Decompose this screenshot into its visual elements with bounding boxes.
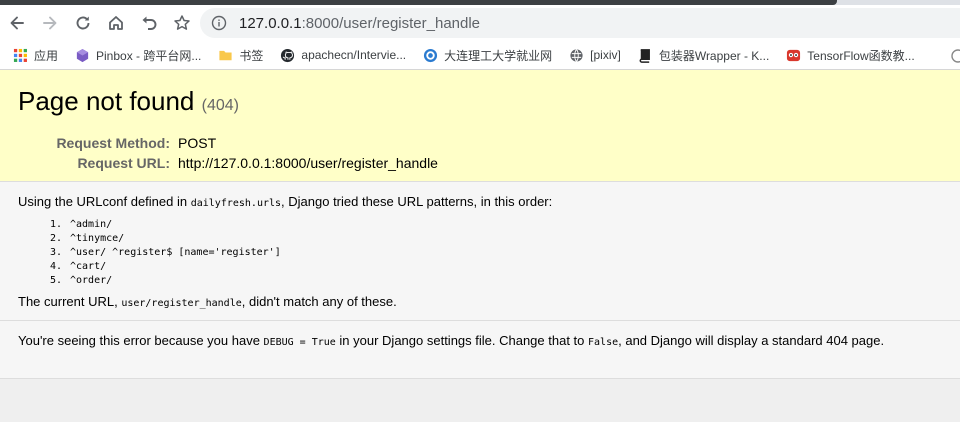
site-info-icon[interactable] [211, 15, 227, 31]
bookmarks-bar: 应用 Pinbox - 跨平台网... 书签 apachecn/Intervie… [0, 41, 960, 70]
status-code: (404) [201, 97, 239, 114]
bookmark-label: TensorFlow函数教... [807, 48, 915, 63]
university-icon [422, 47, 438, 63]
bookmark-folder[interactable]: 书签 [217, 43, 263, 67]
bookmark-label: apachecn/Intervie... [301, 48, 407, 62]
url-host: 127.0.0.1 [239, 14, 302, 32]
pinbox-icon [74, 47, 90, 63]
request-url-label: Request URL: [77, 155, 170, 171]
urlconf-intro: Using the URLconf defined in dailyfresh.… [18, 194, 942, 212]
browser-toolbar: 127.0.0.1:8000/user/register_handle [0, 5, 960, 41]
request-method-row: Request Method: POST [18, 133, 438, 153]
explanation-part-1: You're seeing this error because you hav… [18, 333, 264, 348]
bookmark-university[interactable]: 大连理工大学就业网 [422, 43, 552, 67]
request-meta-table: Request Method: POST Request URL: http:/… [18, 133, 438, 173]
bookmark-github[interactable]: apachecn/Intervie... [279, 43, 406, 67]
bookmark-apps[interactable]: 应用 [12, 43, 58, 67]
url-text[interactable]: 127.0.0.1:8000/user/register_handle [239, 15, 480, 32]
no-match-message: The current URL, user/register_handle, d… [18, 294, 942, 312]
reload-icon [76, 16, 89, 30]
error-info: Using the URLconf defined in dailyfresh.… [0, 182, 960, 321]
page-title-text: Page not found [18, 86, 195, 116]
apps-grid-icon [12, 47, 28, 63]
url-pattern: ^tinymce/ [68, 232, 942, 246]
owl-icon [785, 47, 801, 63]
back-arrow-icon [10, 16, 24, 30]
debug-setting: DEBUG = True [263, 337, 336, 348]
bookmark-label: 大连理工大学就业网 [444, 48, 553, 63]
request-method-label: Request Method: [56, 135, 170, 151]
undo-button[interactable] [132, 8, 165, 38]
bookmark-label: 书签 [239, 48, 264, 63]
github-icon [279, 47, 295, 63]
book-icon [637, 47, 653, 63]
bookmark-pinbox[interactable]: Pinbox - 跨平台网... [74, 43, 201, 67]
explanation-text: You're seeing this error because you hav… [18, 333, 942, 351]
url-pattern-list: ^admin/ ^tinymce/ ^user/ ^register$ [nam… [68, 218, 942, 288]
bookmark-label: Pinbox - 跨平台网... [96, 48, 202, 63]
star-icon [173, 15, 190, 30]
no-match-before: The current URL, [18, 294, 122, 309]
forward-button[interactable] [33, 8, 66, 38]
explanation-part-3: , and Django will display a standard 404… [618, 333, 885, 348]
address-bar[interactable]: 127.0.0.1:8000/user/register_handle [200, 8, 960, 38]
forward-arrow-icon [42, 16, 56, 30]
undo-icon [142, 16, 156, 30]
bookmark-pixiv[interactable]: [pixiv] [568, 43, 621, 67]
django-error-page: Page not found (404) Request Method: POS… [0, 70, 960, 422]
home-button[interactable] [99, 8, 132, 38]
error-summary: Page not found (404) Request Method: POS… [0, 70, 960, 182]
bookmark-label: 包装器Wrapper - K... [658, 48, 770, 63]
urlconf-intro-before: Using the URLconf defined in [18, 194, 191, 209]
explanation-part-2: in your Django settings file. Change tha… [335, 333, 589, 348]
folder-icon [217, 47, 233, 63]
page-title: Page not found (404) [18, 86, 942, 121]
back-button[interactable] [0, 8, 33, 38]
globe-icon [568, 47, 584, 63]
url-path: :8000/user/register_handle [301, 14, 481, 32]
bookmark-wrapper[interactable]: 包装器Wrapper - K... [637, 43, 769, 67]
bookmark-star-button[interactable] [165, 8, 198, 38]
url-pattern: ^order/ [68, 274, 942, 288]
overflow-icon[interactable] [948, 48, 960, 64]
current-url-path: user/register_handle [121, 298, 242, 309]
request-url-value: http://127.0.0.1:8000/user/register_hand… [178, 155, 438, 171]
url-pattern: ^admin/ [68, 218, 942, 232]
url-pattern: ^cart/ [68, 260, 942, 274]
url-pattern: ^user/ ^register$ [name='register'] [68, 246, 942, 260]
urlconf-intro-after: , Django tried these URL patterns, in th… [281, 194, 553, 209]
home-icon [108, 16, 123, 30]
debug-explanation: You're seeing this error because you hav… [0, 321, 960, 379]
false-value: False [588, 337, 619, 348]
reload-button[interactable] [66, 8, 99, 38]
bookmark-label: [pixiv] [590, 48, 621, 62]
urlconf-module: dailyfresh.urls [190, 198, 282, 209]
bookmark-tensorflow[interactable]: TensorFlow函数教... [785, 43, 915, 67]
request-url-row: Request URL: http://127.0.0.1:8000/user/… [18, 153, 438, 173]
bookmark-label: 应用 [34, 48, 59, 63]
request-method-value: POST [178, 135, 217, 151]
no-match-after: , didn't match any of these. [241, 294, 397, 309]
